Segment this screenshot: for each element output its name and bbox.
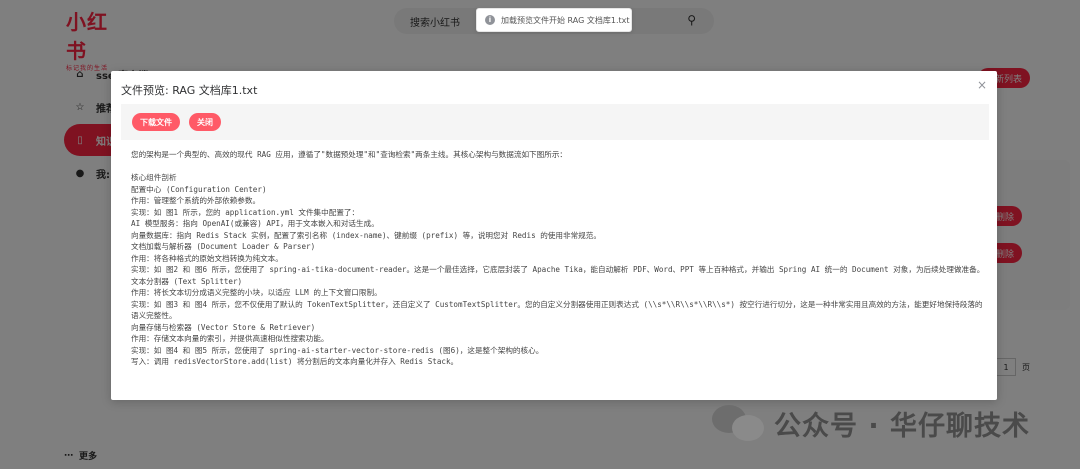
dialog-actions: 下载文件 关闭 bbox=[121, 104, 989, 140]
watermark: 公众号 · 华仔聊技术 bbox=[712, 404, 1030, 443]
content-line: 实现：如 图3 和 图4 所示，您不仅使用了默认的 TokenTextSplit… bbox=[131, 299, 983, 321]
content-line: 配置中心 (Configuration Center) bbox=[131, 184, 267, 194]
content-line: 作用：将各种格式的原始文档转换为纯文本。 bbox=[131, 253, 283, 263]
content-line: AI 模型服务：指向 OpenAI(或兼容) API，用于文本嵌入和对话生成。 bbox=[131, 219, 379, 228]
content-line: 向量存储与检索器 (Vector Store & Retriever) bbox=[131, 322, 316, 332]
close-button[interactable]: 关闭 bbox=[189, 113, 221, 131]
content-line: 实现：如 图2 和 图6 所示，您使用了 spring-ai-tika-docu… bbox=[131, 265, 985, 274]
content-line: 写入：调用 redisVectorStore.add(list) 将分割后的文本… bbox=[131, 357, 459, 366]
file-content[interactable]: 您的架构是一个典型的、高效的现代 RAG 应用，遵循了"数据预处理"和"查询检索… bbox=[131, 149, 987, 393]
content-line: 实现：如 图1 所示，您的 application.yml 文件集中配置了： bbox=[131, 207, 360, 217]
content-line: 作用：存储文本向量的索引，并提供高速相似性搜索功能。 bbox=[131, 334, 329, 343]
wechat-icon bbox=[712, 404, 766, 443]
download-button[interactable]: 下载文件 bbox=[132, 113, 180, 131]
content-line bbox=[131, 161, 987, 173]
content-line: 作用：管理整个系统的外部依赖参数。 bbox=[131, 196, 261, 205]
content-line: 文档加载与解析器 (Document Loader & Parser) bbox=[131, 242, 316, 251]
toast-text: 加载预览文件开始 RAG 文档库1.txt bbox=[501, 15, 630, 25]
content-line: 实现：如 图4 和 图5 所示，您使用了 spring-ai-starter-v… bbox=[131, 345, 544, 355]
content-line: 核心组件剖析 bbox=[131, 173, 177, 182]
file-preview-dialog: 文件预览: RAG 文档库1.txt × 下载文件 关闭 您的架构是一个典型的、… bbox=[111, 71, 997, 400]
watermark-text: 公众号 · 华仔聊技术 bbox=[774, 411, 1031, 442]
content-line: 向量数据库：指向 Redis Stack 实例，配置了索引名称 (index-n… bbox=[131, 230, 601, 240]
content-line: 您的架构是一个典型的、高效的现代 RAG 应用，遵循了"数据预处理"和"查询检索… bbox=[131, 150, 568, 159]
dialog-title: 文件预览: RAG 文档库1.txt bbox=[121, 84, 258, 97]
content-line: 作用：将长文本切分成语义完整的小块，以适应 LLM 的上下文窗口限制。 bbox=[131, 288, 382, 297]
info-icon: i bbox=[485, 15, 495, 25]
close-icon[interactable]: × bbox=[977, 78, 987, 92]
content-line: 文本分割器 (Text Splitter) bbox=[131, 276, 243, 286]
toast-message: i 加载预览文件开始 RAG 文档库1.txt bbox=[476, 8, 632, 32]
